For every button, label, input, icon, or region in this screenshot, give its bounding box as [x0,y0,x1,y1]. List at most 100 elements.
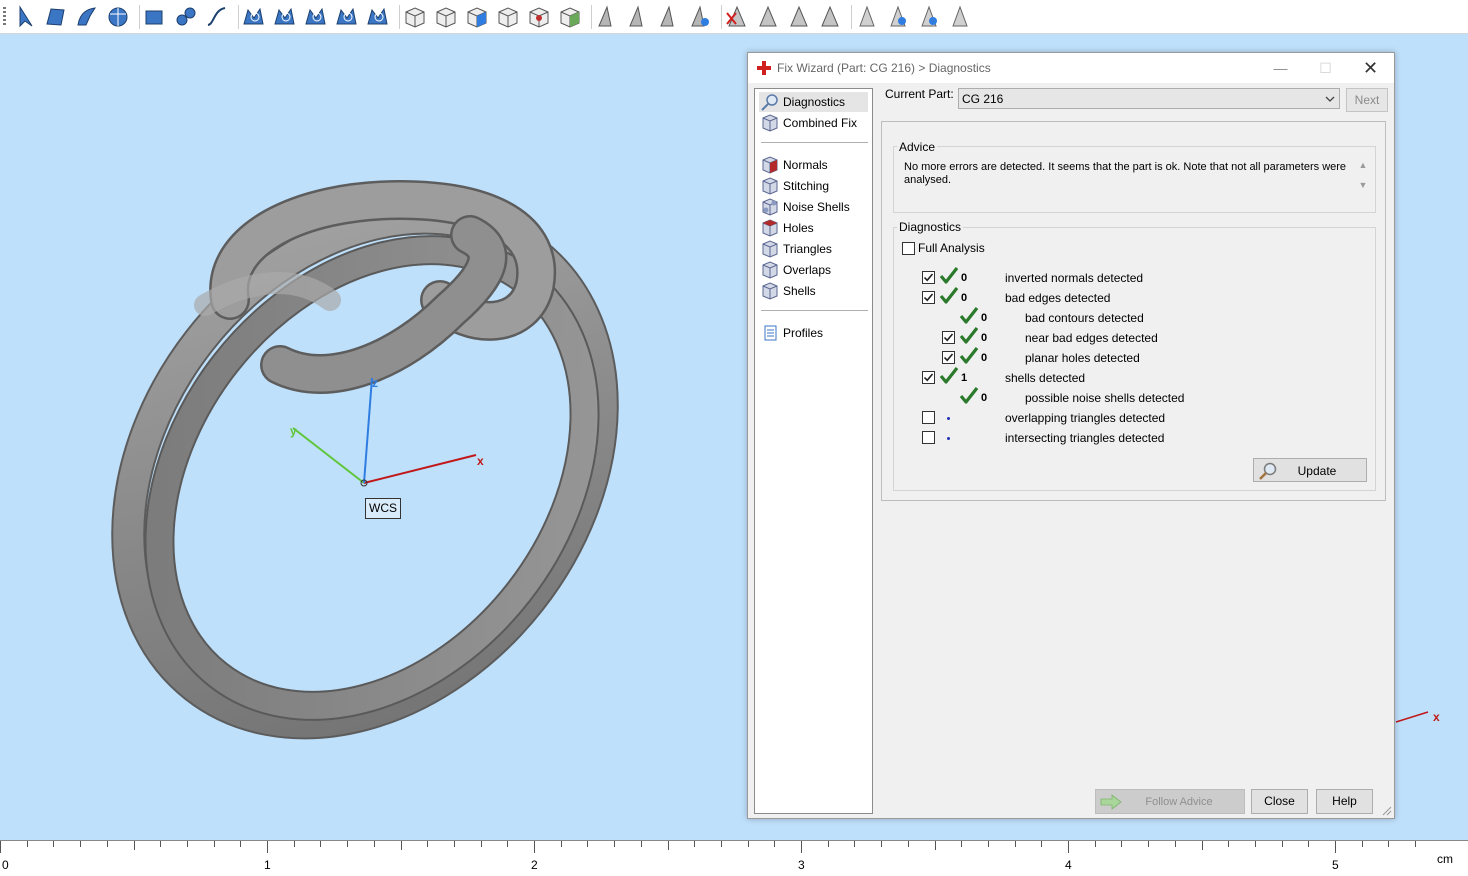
row-checkbox[interactable] [922,371,935,384]
sidebar-item-combined-fix[interactable]: Combined Fix [759,113,868,133]
row-count: 0 [981,352,988,364]
sidebar-item-profiles[interactable]: Profiles [759,323,868,343]
view-front-icon[interactable] [402,4,428,30]
ruler-tick [881,841,882,847]
invert-selection-icon[interactable] [365,4,391,30]
view-wireframe-icon[interactable] [495,4,521,30]
ruler-tick [107,841,108,847]
select-all-icon[interactable] [334,4,360,30]
ruler-tick [1415,841,1416,847]
next-button[interactable]: Next [1346,88,1388,112]
maximize-button[interactable]: ☐ [1303,53,1348,83]
sidebar-item-normals[interactable]: Normals [759,155,868,175]
ruler-tick [267,841,268,853]
update-button[interactable]: Update [1253,458,1367,482]
ruler-label: 1 [264,858,271,872]
help-button[interactable]: Help [1316,789,1373,814]
ruler-tick [828,841,829,847]
full-analysis-checkbox[interactable] [902,242,915,255]
delete-marked-icon[interactable] [724,4,750,30]
ruler-tick [1335,841,1336,853]
sidebar-item-stitching[interactable]: Stitching [759,176,868,196]
section-icon[interactable] [885,4,911,30]
ruler-tick [587,841,588,847]
ruler-tick [1308,841,1309,847]
status-ok-icon [939,266,959,286]
resize-grip-icon[interactable] [1382,806,1392,816]
status-ok-icon [959,326,979,346]
color-icon[interactable] [916,4,942,30]
sidebar-item-label: Triangles [783,242,832,256]
advice-scrollbar[interactable]: ▲ ▼ [1356,160,1370,208]
view-shaded-icon[interactable] [526,4,552,30]
ruler-tick [1228,841,1229,847]
select-shell-icon[interactable] [74,4,100,30]
status-pending-icon [947,417,950,420]
toolbar-separator [721,5,722,29]
dialog-titlebar[interactable]: Fix Wizard (Part: CG 216) > Diagnostics … [748,53,1394,83]
remove-triangles-icon[interactable] [755,4,781,30]
row-label: near bad edges detected [1025,331,1158,345]
close-window-button[interactable]: ✕ [1348,53,1393,83]
cut-icon[interactable] [594,4,620,30]
row-checkbox[interactable] [922,431,935,444]
view-top-icon[interactable] [433,4,459,30]
ruler-tick [1148,841,1149,847]
sidebar-item-triangles[interactable]: Triangles [759,239,868,259]
sidebar-item-holes[interactable]: Holes [759,218,868,238]
row-label: bad contours detected [1025,311,1144,325]
offset-icon[interactable] [656,4,682,30]
row-count: 0 [961,272,968,284]
ruler-tick [1041,841,1042,847]
mark-curve-icon[interactable] [204,4,230,30]
ruler-tick [1095,841,1096,847]
noise-shells-icon [761,198,779,216]
main-toolbar [0,0,1468,34]
minimize-button[interactable]: — [1258,53,1303,83]
select-cluster-icon[interactable] [272,4,298,30]
sidebar-item-shells[interactable]: Shells [759,281,868,301]
row-checkbox[interactable] [942,351,955,364]
select-triangle-icon[interactable] [12,4,38,30]
current-part-select[interactable]: CG 216 [958,88,1340,109]
mark-shell-icon[interactable] [173,4,199,30]
select-surface-icon[interactable] [43,4,69,30]
ruler-label: 4 [1065,858,1072,872]
current-part-label: Current Part: [885,87,954,101]
follow-advice-button[interactable]: Follow Advice [1095,789,1245,814]
measure-icon[interactable] [854,4,880,30]
sidebar-item-noise-shells[interactable]: Noise Shells [759,197,868,217]
mark-plane-icon[interactable] [142,4,168,30]
status-ok-icon [939,366,959,386]
select-connected-icon[interactable] [303,4,329,30]
ruler-tick [1175,841,1176,847]
row-checkbox[interactable] [922,291,935,304]
shells-cube-icon [761,282,779,300]
row-checkbox[interactable] [922,271,935,284]
advice-text: No more errors are detected. It seems th… [904,161,1348,207]
sidebar-item-overlaps[interactable]: Overlaps [759,260,868,280]
ruler-tick [908,841,909,847]
label-icon[interactable] [947,4,973,30]
row-label: overlapping triangles detected [1005,411,1166,425]
select-part-icon[interactable] [105,4,131,30]
hollow-icon[interactable] [687,4,713,30]
ruler-tick [454,841,455,847]
select-region-icon[interactable] [241,4,267,30]
row-label: shells detected [1005,371,1086,385]
row-checkbox[interactable] [922,411,935,424]
status-pending-icon [947,437,950,440]
smooth-icon[interactable] [817,4,843,30]
reduce-icon[interactable] [786,4,812,30]
close-button[interactable]: Close [1251,789,1308,814]
view-texture-icon[interactable] [557,4,583,30]
sidebar-item-diagnostics[interactable]: Diagnostics [759,92,868,112]
ruler-tick [240,841,241,847]
ruler-tick [214,841,215,847]
ruler-tick [134,841,135,850]
view-perspective-icon[interactable] [464,4,490,30]
extrude-icon[interactable] [625,4,651,30]
row-checkbox[interactable] [942,331,955,344]
row-label: inverted normals detected [1005,271,1144,285]
toolbar-grip[interactable] [3,7,6,27]
